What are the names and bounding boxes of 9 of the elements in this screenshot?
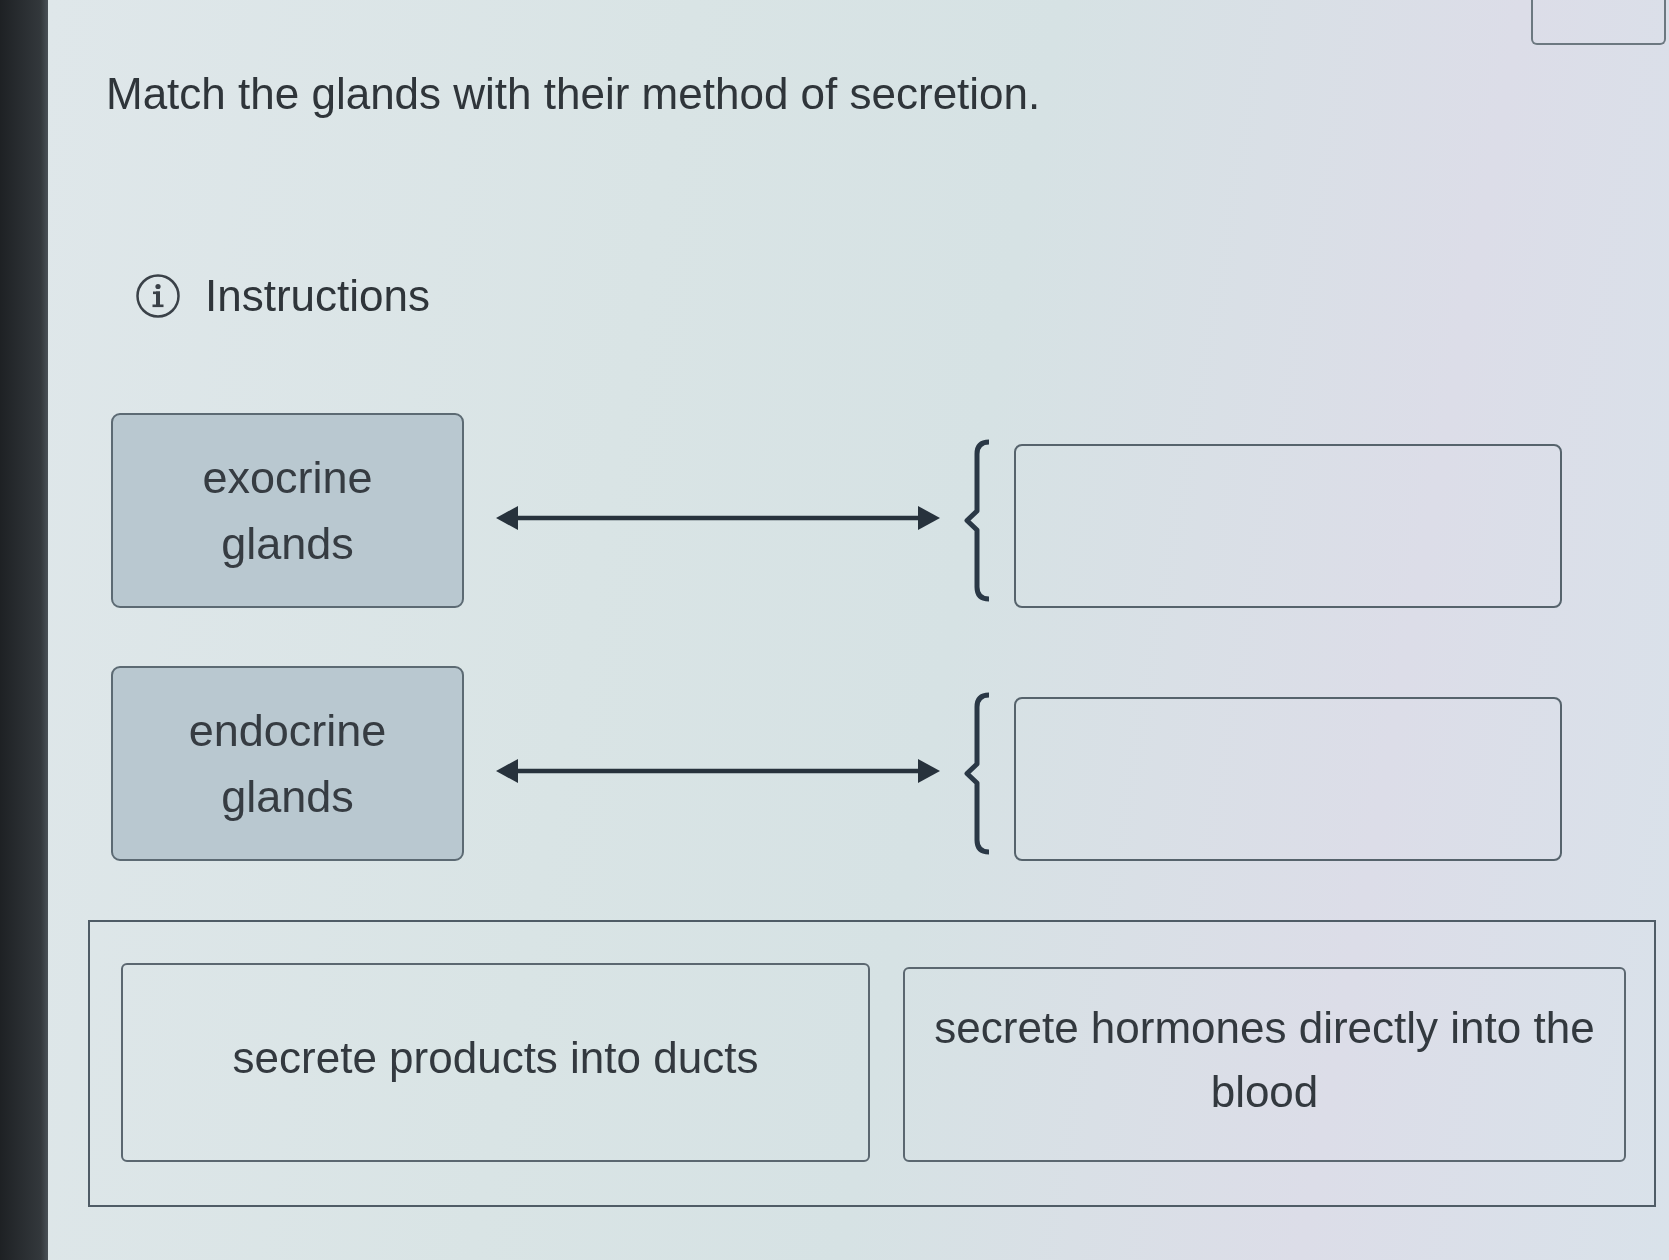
- info-icon[interactable]: [135, 273, 181, 319]
- term-card: exocrine glands: [111, 413, 464, 608]
- instructions-link[interactable]: Instructions: [205, 271, 430, 321]
- drop-zone[interactable]: [1014, 444, 1562, 608]
- answer-option[interactable]: secrete hormones directly into the blood: [903, 967, 1626, 1162]
- question-prompt: Match the glands with their method of secretion.: [106, 68, 1042, 120]
- term-card: endocrine glands: [111, 666, 464, 861]
- drop-zone[interactable]: [1014, 697, 1562, 861]
- answer-option[interactable]: secrete products into ducts: [121, 963, 870, 1162]
